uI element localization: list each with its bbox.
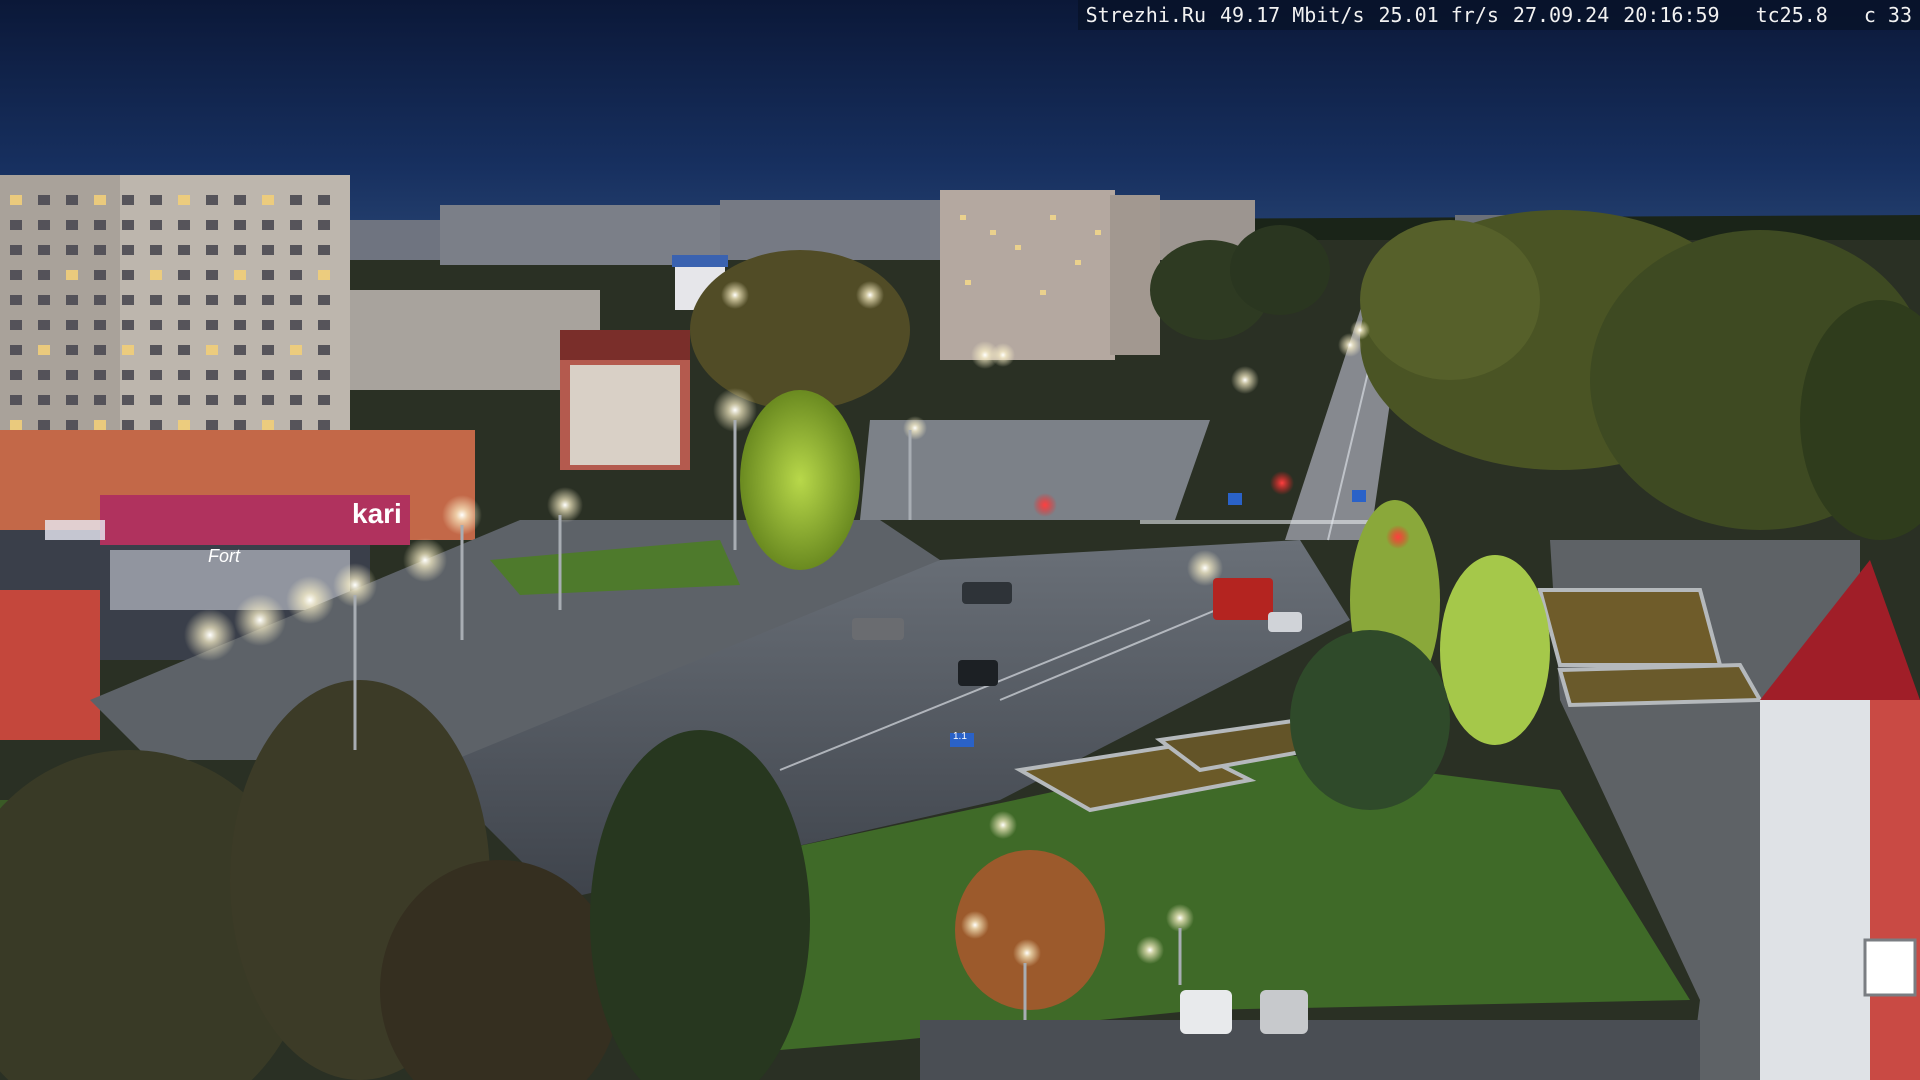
road-sign-label: 1.1 xyxy=(953,731,967,742)
osd-bitrate: 49.17 Mbit/s xyxy=(1220,3,1365,27)
crosswalk xyxy=(1140,520,1380,524)
osd-counter: c 33 xyxy=(1863,3,1912,27)
osd-gap xyxy=(1365,0,1379,30)
osd-gap xyxy=(1828,0,1864,30)
city-night-view xyxy=(0,0,1920,1080)
car-park xyxy=(920,1020,1700,1080)
osd-gap xyxy=(1206,0,1220,30)
osd-framerate: 25.01 fr/s xyxy=(1378,3,1499,27)
osd-gap xyxy=(1499,0,1513,30)
osd-gap xyxy=(1720,0,1756,30)
osd-source: Strezhi.Ru xyxy=(1085,3,1206,27)
osd-time: 20:16:59 xyxy=(1623,3,1720,27)
osd-temp-code: tc25.8 xyxy=(1755,3,1828,27)
fort-store-sign: Fort xyxy=(208,546,241,566)
osd-gap xyxy=(1609,0,1623,30)
kari-store-sign: kari xyxy=(352,498,402,529)
webcam-osd-overlay: Strezhi.Ru 49.17 Mbit/s 25.01 fr/s 27.09… xyxy=(1077,0,1920,30)
fire-truck xyxy=(1213,578,1273,620)
webcam-scene: kari Fort 1.1 xyxy=(0,0,1920,1080)
osd-date: 27.09.24 xyxy=(1512,3,1610,27)
